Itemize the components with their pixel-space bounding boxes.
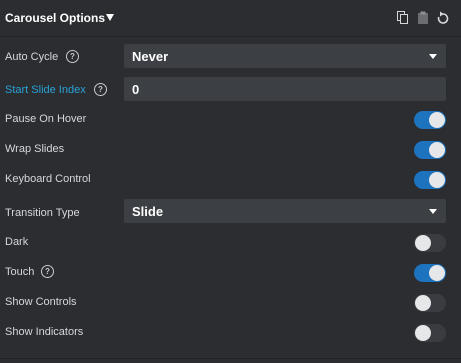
panel-header: Carousel Options (0, 0, 461, 37)
show-controls-row: Show Controls (0, 293, 461, 315)
transition-type-label: Transition Type (5, 207, 80, 219)
keyboard-control-row: Keyboard Control (0, 170, 461, 192)
auto-cycle-select[interactable]: Never (124, 44, 446, 68)
dark-row: Dark (0, 233, 461, 255)
start-slide-index-help-icon[interactable]: ? (94, 83, 107, 96)
carousel-options-panel: Carousel Options Auto Cycle ? Never Star… (0, 0, 461, 363)
wrap-slides-row: Wrap Slides (0, 140, 461, 162)
reset-icon[interactable] (437, 11, 449, 24)
show-indicators-toggle[interactable] (414, 324, 446, 342)
start-slide-index-input[interactable]: 0 (124, 77, 446, 101)
show-controls-label: Show Controls (5, 296, 77, 308)
auto-cycle-help-icon[interactable]: ? (66, 50, 79, 63)
pause-on-hover-label: Pause On Hover (5, 113, 87, 125)
show-controls-toggle[interactable] (414, 294, 446, 312)
keyboard-control-label: Keyboard Control (5, 173, 91, 185)
wrap-slides-label: Wrap Slides (5, 143, 65, 155)
chevron-down-icon (429, 209, 437, 214)
auto-cycle-label: Auto Cycle (5, 51, 59, 63)
touch-toggle[interactable] (414, 264, 446, 282)
pause-on-hover-row: Pause On Hover (0, 110, 461, 132)
start-slide-index-row: Start Slide Index ? 0 (0, 75, 461, 103)
panel-title: Carousel Options (5, 11, 106, 25)
touch-label: Touch (5, 266, 35, 278)
transition-type-value: Slide (132, 204, 164, 219)
wrap-slides-toggle[interactable] (414, 141, 446, 159)
collapse-caret-icon[interactable] (106, 14, 114, 21)
dark-toggle[interactable] (414, 234, 446, 252)
transition-type-row: Transition Type Slide (0, 198, 461, 226)
touch-row: Touch ? (0, 263, 461, 285)
start-slide-index-value: 0 (132, 82, 140, 97)
keyboard-control-toggle[interactable] (414, 171, 446, 189)
chevron-down-icon (429, 54, 437, 59)
panel-divider (0, 358, 461, 359)
transition-type-select[interactable]: Slide (124, 199, 446, 223)
show-indicators-label: Show Indicators (5, 326, 84, 338)
paste-icon[interactable] (417, 11, 429, 24)
show-indicators-row: Show Indicators (0, 323, 461, 345)
auto-cycle-value: Never (132, 49, 169, 64)
start-slide-index-label: Start Slide Index (5, 84, 86, 96)
dark-label: Dark (5, 236, 29, 248)
touch-help-icon[interactable]: ? (41, 265, 54, 278)
auto-cycle-row: Auto Cycle ? Never (0, 42, 461, 70)
copy-icon[interactable] (397, 11, 409, 24)
pause-on-hover-toggle[interactable] (414, 111, 446, 129)
